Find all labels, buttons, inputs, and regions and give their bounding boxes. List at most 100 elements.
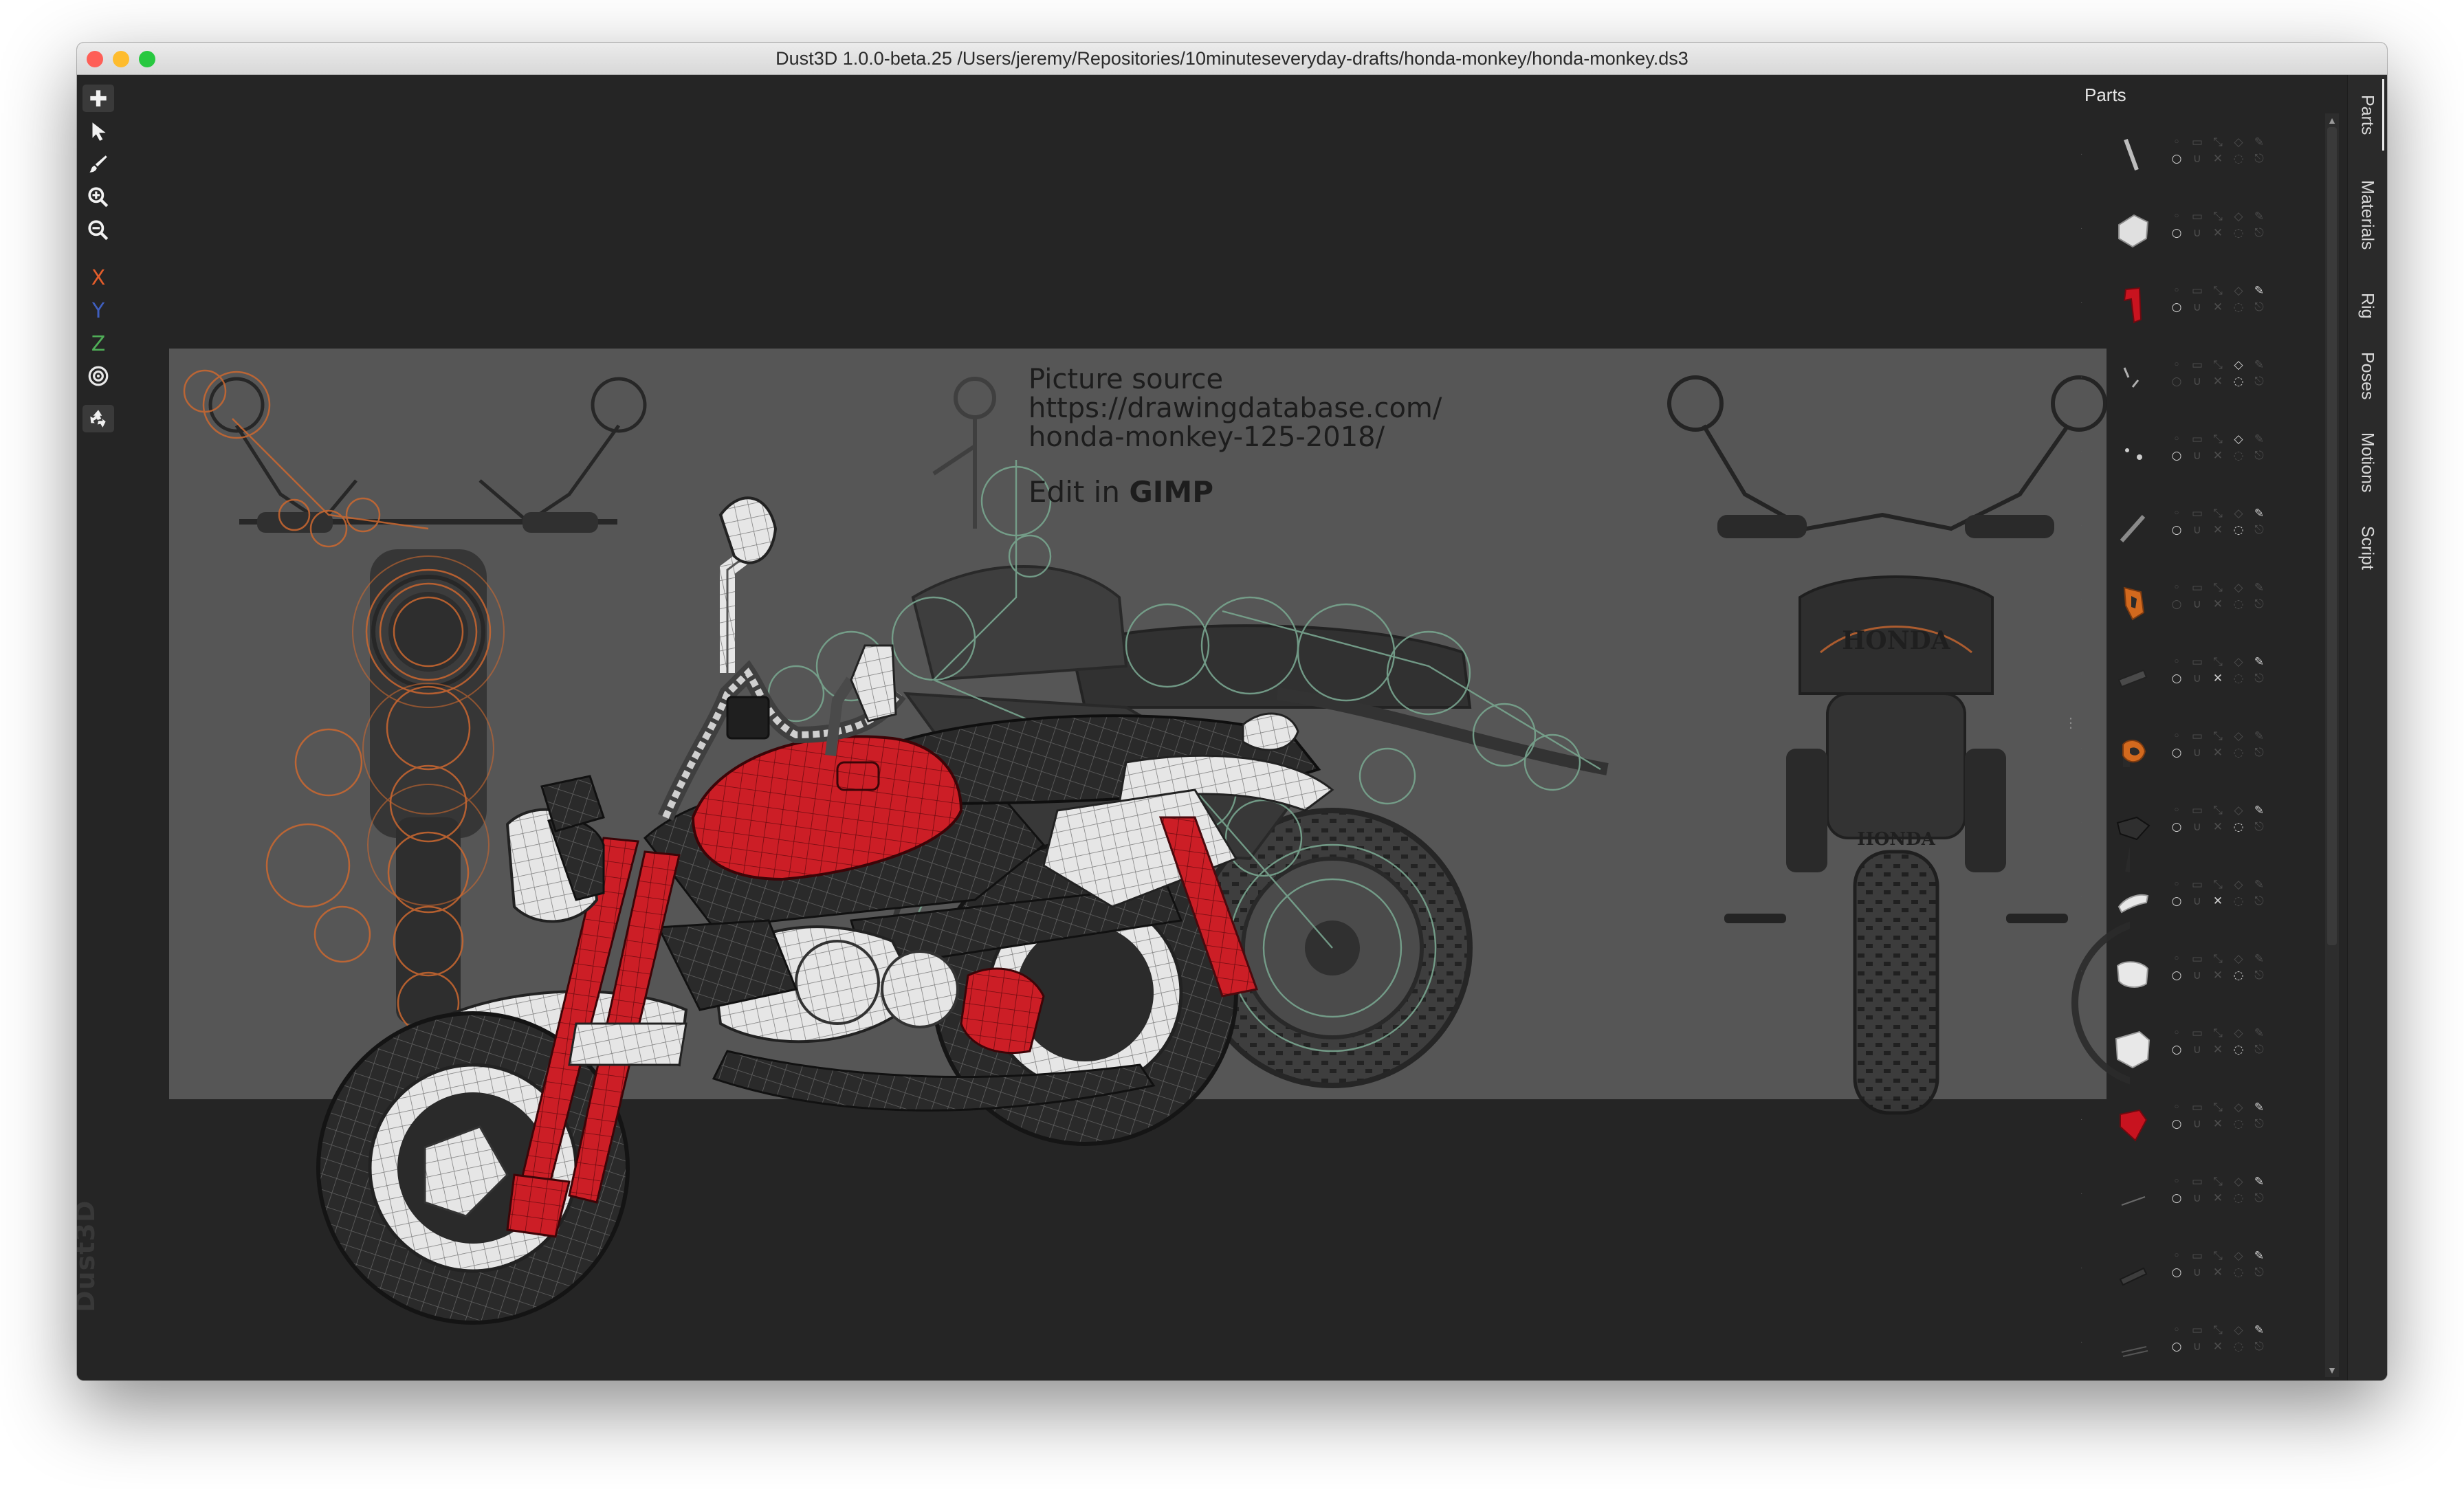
parts-list-item[interactable]: · ◦ ▭ ⤡ ◇ ✎ ○ ∪ ✕ ◌ ⎋ xyxy=(2067,119,2328,190)
visibility-icon[interactable]: ◦ xyxy=(2170,581,2184,595)
part-preview-thumbnail[interactable] xyxy=(2105,724,2160,775)
chamfer-icon[interactable]: ✕ xyxy=(2211,152,2225,166)
part-drag-handle[interactable]: · xyxy=(2080,1116,2086,1123)
chamfer-icon[interactable]: ✕ xyxy=(2211,1191,2225,1205)
deform-icon[interactable]: ⎋ xyxy=(2252,672,2266,685)
part-preview-thumbnail[interactable] xyxy=(2105,204,2160,255)
wrap-icon[interactable]: ◌ xyxy=(2232,226,2245,240)
lock-icon[interactable]: ▭ xyxy=(2190,358,2204,372)
visibility-icon[interactable]: ◦ xyxy=(2170,210,2184,223)
wrap-icon[interactable]: ◌ xyxy=(2232,746,2245,760)
color-icon[interactable]: ✎ xyxy=(2252,952,2266,966)
rounded-icon[interactable]: ∪ xyxy=(2190,1191,2204,1205)
disable-icon[interactable]: ◇ xyxy=(2232,581,2245,595)
deform-icon[interactable]: ⎋ xyxy=(2252,449,2266,463)
rounded-icon[interactable]: ∪ xyxy=(2190,449,2204,463)
deform-icon[interactable]: ⎋ xyxy=(2252,523,2266,537)
visibility-icon[interactable]: ◦ xyxy=(2170,878,2184,892)
rounded-icon[interactable]: ∪ xyxy=(2190,1117,2204,1131)
part-drag-handle[interactable]: · xyxy=(2080,522,2086,529)
color-icon[interactable]: ✎ xyxy=(2252,284,2266,298)
wrap-icon[interactable]: ◌ xyxy=(2232,894,2245,908)
subdivide-icon[interactable]: ⤡ xyxy=(2211,878,2225,892)
color-icon[interactable]: ✎ xyxy=(2252,729,2266,743)
deform-icon[interactable]: ⎋ xyxy=(2252,1117,2266,1131)
disable-icon[interactable]: ◇ xyxy=(2232,655,2245,669)
wrap-icon[interactable]: ◌ xyxy=(2232,523,2245,537)
wrap-icon[interactable]: ◌ xyxy=(2232,375,2245,388)
color-icon[interactable]: ✎ xyxy=(2252,1323,2266,1337)
part-preview-thumbnail[interactable] xyxy=(2105,501,2160,552)
rounded-icon[interactable]: ∪ xyxy=(2190,523,2204,537)
parts-list-item[interactable]: · ◦ ▭ ⤡ ◇ ✎ ○ ∪ ✕ ◌ ⎋ xyxy=(2067,267,2328,339)
chamfer-icon[interactable]: ✕ xyxy=(2211,1117,2225,1131)
parts-list-item[interactable]: · ◦ ▭ ⤡ ◇ ✎ ○ ∪ ✕ ◌ ⎋ xyxy=(2067,639,2328,710)
chamfer-icon[interactable]: ✕ xyxy=(2211,672,2225,685)
deform-icon[interactable]: ⎋ xyxy=(2252,300,2266,314)
add-tool-button[interactable] xyxy=(82,85,114,112)
subdivide-icon[interactable]: ⤡ xyxy=(2211,210,2225,223)
lock-icon[interactable]: ▭ xyxy=(2190,432,2204,446)
visibility-icon[interactable]: ◦ xyxy=(2170,804,2184,817)
disable-icon[interactable]: ◇ xyxy=(2232,284,2245,298)
color-icon[interactable]: ✎ xyxy=(2252,655,2266,669)
wrap-icon[interactable]: ◌ xyxy=(2232,1266,2245,1279)
lock-icon[interactable]: ▭ xyxy=(2190,1101,2204,1114)
wrap-icon[interactable]: ◌ xyxy=(2232,1191,2245,1205)
part-preview-thumbnail[interactable] xyxy=(2105,1095,2160,1146)
chamfer-icon[interactable]: ✕ xyxy=(2211,746,2225,760)
subdivide-icon[interactable]: ⤡ xyxy=(2211,507,2225,520)
wrap-icon[interactable]: ◌ xyxy=(2232,449,2245,463)
disable-icon[interactable]: ◇ xyxy=(2232,878,2245,892)
select-tool-button[interactable] xyxy=(82,118,114,145)
subdivide-icon[interactable]: ⤡ xyxy=(2211,284,2225,298)
color-icon[interactable]: ✎ xyxy=(2252,1026,2266,1040)
chamfer-icon[interactable]: ✕ xyxy=(2211,1043,2225,1057)
color-icon[interactable]: ✎ xyxy=(2252,1249,2266,1263)
subdivide-icon[interactable]: ⤡ xyxy=(2211,432,2225,446)
subdivide-icon[interactable]: ⤡ xyxy=(2211,1323,2225,1337)
visibility-icon[interactable]: ◦ xyxy=(2170,1175,2184,1189)
parts-list-item[interactable]: · ◦ ▭ ⤡ ◇ ✎ ○ ∪ ✕ ◌ ⎋ xyxy=(2067,416,2328,487)
subdivide-icon[interactable]: ⤡ xyxy=(2211,1249,2225,1263)
model-viewport[interactable]: HONDA HONDA Picture source https://drawi… xyxy=(122,75,2130,1380)
part-preview-thumbnail[interactable] xyxy=(2105,1318,2160,1369)
part-preview-thumbnail[interactable] xyxy=(2105,427,2160,478)
deform-icon[interactable]: ⎋ xyxy=(2252,969,2266,982)
part-preview-thumbnail[interactable] xyxy=(2105,947,2160,997)
subdivide-icon[interactable]: ⤡ xyxy=(2211,135,2225,149)
rounded-icon[interactable]: ∪ xyxy=(2190,894,2204,908)
parts-list-item[interactable]: · ◦ ▭ ⤡ ◇ ✎ ○ ∪ ✕ ◌ ⎋ xyxy=(2067,861,2328,933)
chamfer-icon[interactable]: ✕ xyxy=(2211,1340,2225,1354)
z-axis-toggle[interactable]: Z xyxy=(85,331,111,358)
deform-icon[interactable]: ⎋ xyxy=(2252,1340,2266,1354)
part-drag-handle[interactable]: · xyxy=(2080,967,2086,975)
lock-icon[interactable]: ▭ xyxy=(2190,135,2204,149)
xmirror-icon[interactable]: ○ xyxy=(2170,1340,2184,1354)
color-icon[interactable]: ✎ xyxy=(2252,804,2266,817)
wrap-icon[interactable]: ◌ xyxy=(2232,300,2245,314)
parts-scrollbar[interactable]: ▲ ▼ xyxy=(2325,113,2339,1377)
part-drag-handle[interactable]: · xyxy=(2080,819,2086,826)
tab-motions[interactable]: Motions xyxy=(2352,419,2384,507)
parts-list-item[interactable]: · ◦ ▭ ⤡ ◇ ✎ ○ ∪ ✕ ◌ ⎋ xyxy=(2067,1084,2328,1156)
parts-list-item[interactable]: · ◦ ▭ ⤡ ◇ ✎ ○ ∪ ✕ ◌ ⎋ xyxy=(2067,1010,2328,1081)
subdivide-icon[interactable]: ⤡ xyxy=(2211,729,2225,743)
xmirror-icon[interactable]: ○ xyxy=(2170,894,2184,908)
xmirror-icon[interactable]: ○ xyxy=(2170,523,2184,537)
part-preview-thumbnail[interactable] xyxy=(2105,1244,2160,1294)
subdivide-icon[interactable]: ⤡ xyxy=(2211,804,2225,817)
rounded-icon[interactable]: ∪ xyxy=(2190,300,2204,314)
chamfer-icon[interactable]: ✕ xyxy=(2211,820,2225,834)
color-icon[interactable]: ✎ xyxy=(2252,210,2266,223)
part-drag-handle[interactable]: · xyxy=(2080,1190,2086,1198)
visibility-icon[interactable]: ◦ xyxy=(2170,358,2184,372)
lock-icon[interactable]: ▭ xyxy=(2190,581,2204,595)
parts-list-item[interactable]: · ◦ ▭ ⤡ ◇ ✎ ○ ∪ ✕ ◌ ⎋ xyxy=(2067,490,2328,562)
parts-list-item[interactable]: · ◦ ▭ ⤡ ◇ ✎ ○ ∪ ✕ ◌ ⎋ xyxy=(2067,1158,2328,1230)
part-preview-thumbnail[interactable] xyxy=(2105,798,2160,849)
visibility-icon[interactable]: ◦ xyxy=(2170,1026,2184,1040)
part-preview-thumbnail[interactable] xyxy=(2105,130,2160,181)
lock-icon[interactable]: ▭ xyxy=(2190,1249,2204,1263)
visibility-icon[interactable]: ◦ xyxy=(2170,729,2184,743)
